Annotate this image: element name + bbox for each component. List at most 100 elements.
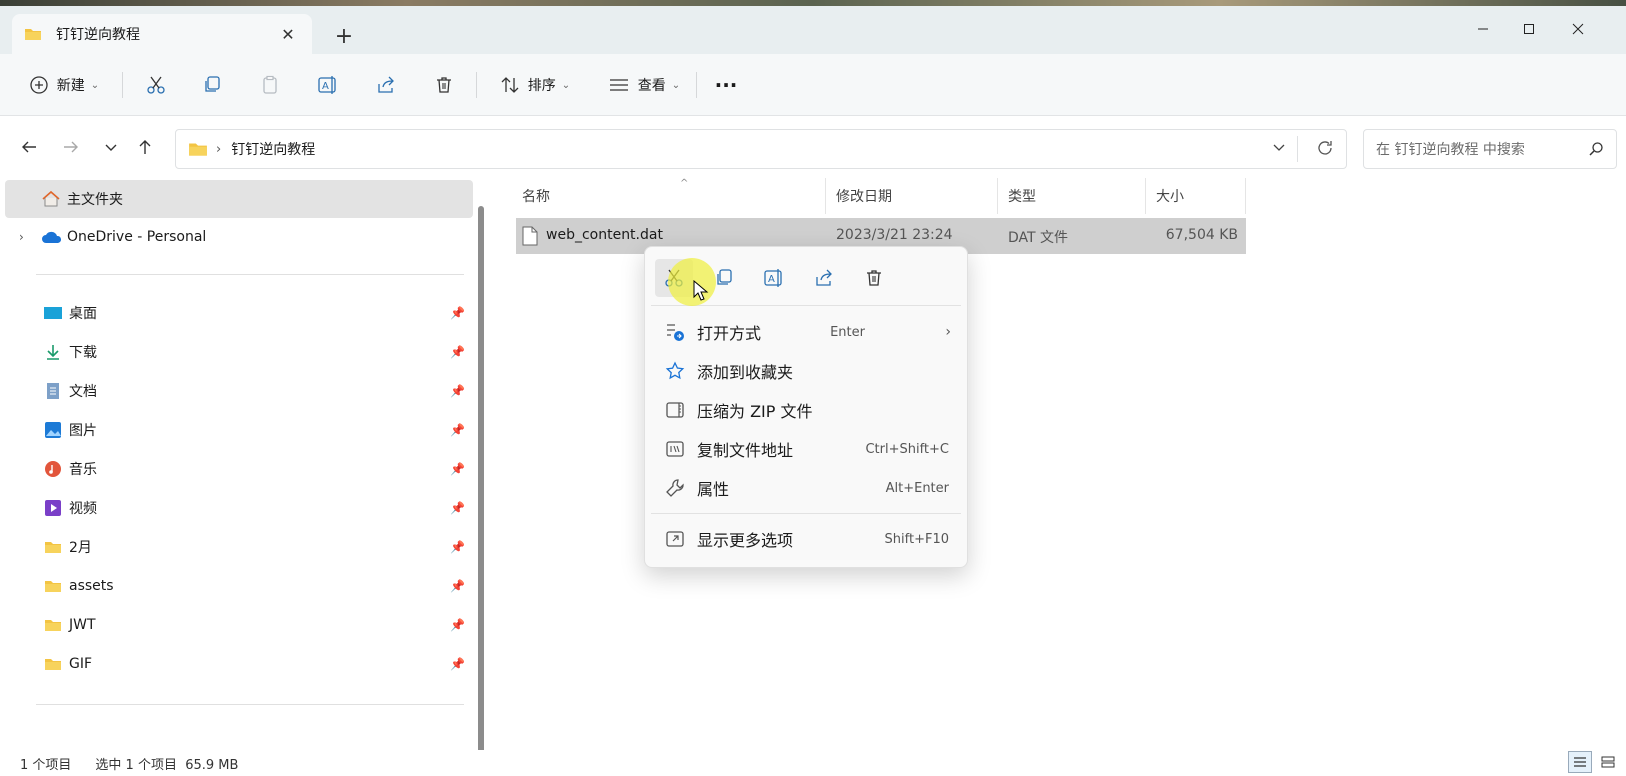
more-icon[interactable]: ··· <box>710 68 742 102</box>
pin-icon[interactable]: 📌 <box>450 423 465 437</box>
chevron-down-icon: ⌄ <box>561 79 571 91</box>
new-button[interactable]: 新建 ⌄ <box>20 68 108 102</box>
context-copy-path[interactable]: 复制文件地址 Ctrl+Shift+C <box>651 430 961 468</box>
copy-icon <box>205 76 220 92</box>
maximize-button[interactable] <box>1506 12 1552 46</box>
context-show-more-options[interactable]: 显示更多选项 Shift+F10 <box>651 520 961 558</box>
cut-button[interactable] <box>140 68 172 102</box>
sort-button[interactable]: 排序 ⌄ <box>492 68 578 102</box>
context-open-with[interactable]: 打开方式 Enter › <box>651 313 961 351</box>
sidebar-item-label: OneDrive - Personal <box>67 229 207 245</box>
plus-icon[interactable]: + <box>330 22 358 50</box>
sidebar-item-home[interactable]: 主文件夹 <box>5 180 473 218</box>
close-icon[interactable]: ✕ <box>276 22 300 46</box>
view-button[interactable]: 查看 ⌄ <box>598 68 690 102</box>
sidebar-item-desktop[interactable]: 桌面 📌 <box>5 294 473 332</box>
toolbar-divider <box>122 72 123 98</box>
context-delete-button[interactable] <box>855 259 893 297</box>
copy-button[interactable] <box>196 68 228 102</box>
pin-icon[interactable]: 📌 <box>450 501 465 515</box>
open-with-icon <box>665 322 685 342</box>
chevron-right-icon[interactable]: › <box>19 230 24 244</box>
sidebar-item-label: 图片 <box>69 423 97 439</box>
recent-locations-button[interactable] <box>96 132 126 162</box>
share-button[interactable] <box>370 68 402 102</box>
pin-icon[interactable]: 📌 <box>450 345 465 359</box>
minimize-button[interactable] <box>1460 12 1506 46</box>
paste-button[interactable] <box>254 68 286 102</box>
sidebar-item-jwt[interactable]: JWT 📌 <box>5 606 473 644</box>
chevron-right-icon: › <box>216 141 222 157</box>
column-header-modified[interactable]: 修改日期 <box>826 178 998 214</box>
command-bar: 新建 ⌄ A 排序 ⌄ 查看 ⌄ ··· <box>0 54 1626 116</box>
pin-icon[interactable]: 📌 <box>450 657 465 671</box>
share-icon <box>816 269 832 286</box>
close-icon <box>1572 23 1584 35</box>
search-input[interactable]: 在 钉钉逆向教程 中搜索 <box>1363 129 1617 169</box>
context-rename-button[interactable]: A <box>755 259 793 297</box>
trash-icon <box>867 270 881 286</box>
sidebar-item-label: 视频 <box>69 501 97 517</box>
column-header-type[interactable]: 类型 <box>998 178 1146 214</box>
tiles-view-button[interactable] <box>1596 751 1620 773</box>
pin-icon[interactable]: 📌 <box>450 540 465 554</box>
column-header-name[interactable]: 名称 ^ <box>512 178 826 214</box>
pin-icon[interactable]: 📌 <box>450 579 465 593</box>
sidebar-item-onedrive[interactable]: › OneDrive - Personal <box>5 218 473 256</box>
sidebar-item-music[interactable]: 音乐 📌 <box>5 450 473 488</box>
sidebar-item-videos[interactable]: 视频 📌 <box>5 489 473 527</box>
new-label: 新建 <box>56 78 85 94</box>
context-item-label: 打开方式 <box>697 324 762 343</box>
share-icon <box>378 76 394 93</box>
context-item-shortcut: Enter <box>830 324 865 340</box>
rename-button[interactable]: A <box>312 68 344 102</box>
download-icon <box>43 342 63 362</box>
sidebar-item-pictures[interactable]: 图片 📌 <box>5 411 473 449</box>
pin-icon[interactable]: 📌 <box>450 306 465 320</box>
delete-button[interactable] <box>428 68 460 102</box>
context-properties[interactable]: 属性 Alt+Enter <box>651 469 961 507</box>
pin-icon[interactable]: 📌 <box>450 618 465 632</box>
address-input[interactable]: › 钉钉逆向教程 <box>175 129 1347 169</box>
file-size: 67,504 KB <box>1165 227 1238 243</box>
close-window-button[interactable] <box>1555 12 1601 46</box>
sidebar-item-folder-feb[interactable]: 2月 📌 <box>5 528 473 566</box>
details-view-icon <box>1574 757 1586 767</box>
status-bar: 1 个项目 选中 1 个项目 65.9 MB <box>0 750 1626 776</box>
forward-button[interactable] <box>56 132 86 162</box>
sidebar-item-assets[interactable]: assets 📌 <box>5 567 473 605</box>
context-compress-zip[interactable]: 压缩为 ZIP 文件 <box>651 391 961 429</box>
desktop-icon <box>43 303 63 323</box>
sidebar-item-label: JWT <box>69 617 96 633</box>
sidebar-scrollbar[interactable] <box>478 206 484 754</box>
context-item-label: 压缩为 ZIP 文件 <box>697 402 813 421</box>
refresh-icon <box>1318 141 1332 155</box>
sidebar-item-documents[interactable]: 文档 📌 <box>5 372 473 410</box>
sidebar-item-downloads[interactable]: 下载 📌 <box>5 333 473 371</box>
column-type-label: 类型 <box>1008 189 1036 205</box>
home-icon <box>41 189 61 209</box>
pin-icon[interactable]: 📌 <box>450 462 465 476</box>
pin-icon[interactable]: 📌 <box>450 384 465 398</box>
column-header-size[interactable]: 大小 <box>1146 178 1246 214</box>
column-modified-label: 修改日期 <box>836 189 892 205</box>
folder-icon <box>43 537 63 557</box>
sidebar-item-gif[interactable]: GIF 📌 <box>5 645 473 683</box>
back-button[interactable] <box>14 132 44 162</box>
cloud-icon <box>41 227 61 247</box>
context-item-label: 显示更多选项 <box>697 531 794 550</box>
address-dropdown-button[interactable] <box>1272 140 1286 158</box>
breadcrumb[interactable]: 钉钉逆向教程 <box>231 139 315 159</box>
tab-current-folder[interactable]: 钉钉逆向教程 ✕ <box>12 14 312 54</box>
details-view-button[interactable] <box>1568 751 1592 773</box>
refresh-button[interactable] <box>1316 139 1334 161</box>
context-item-label: 属性 <box>697 480 730 499</box>
column-name-label: 名称 <box>522 189 550 205</box>
address-bar-row: › 钉钉逆向教程 在 钉钉逆向教程 中搜索 <box>0 116 1626 176</box>
wrench-icon <box>665 478 685 498</box>
context-share-button[interactable] <box>805 259 843 297</box>
up-button[interactable] <box>130 132 160 162</box>
file-type: DAT 文件 <box>1008 230 1069 246</box>
context-add-favorites[interactable]: 添加到收藏夹 <box>651 352 961 390</box>
file-modified: 2023/3/21 23:24 <box>836 227 953 243</box>
